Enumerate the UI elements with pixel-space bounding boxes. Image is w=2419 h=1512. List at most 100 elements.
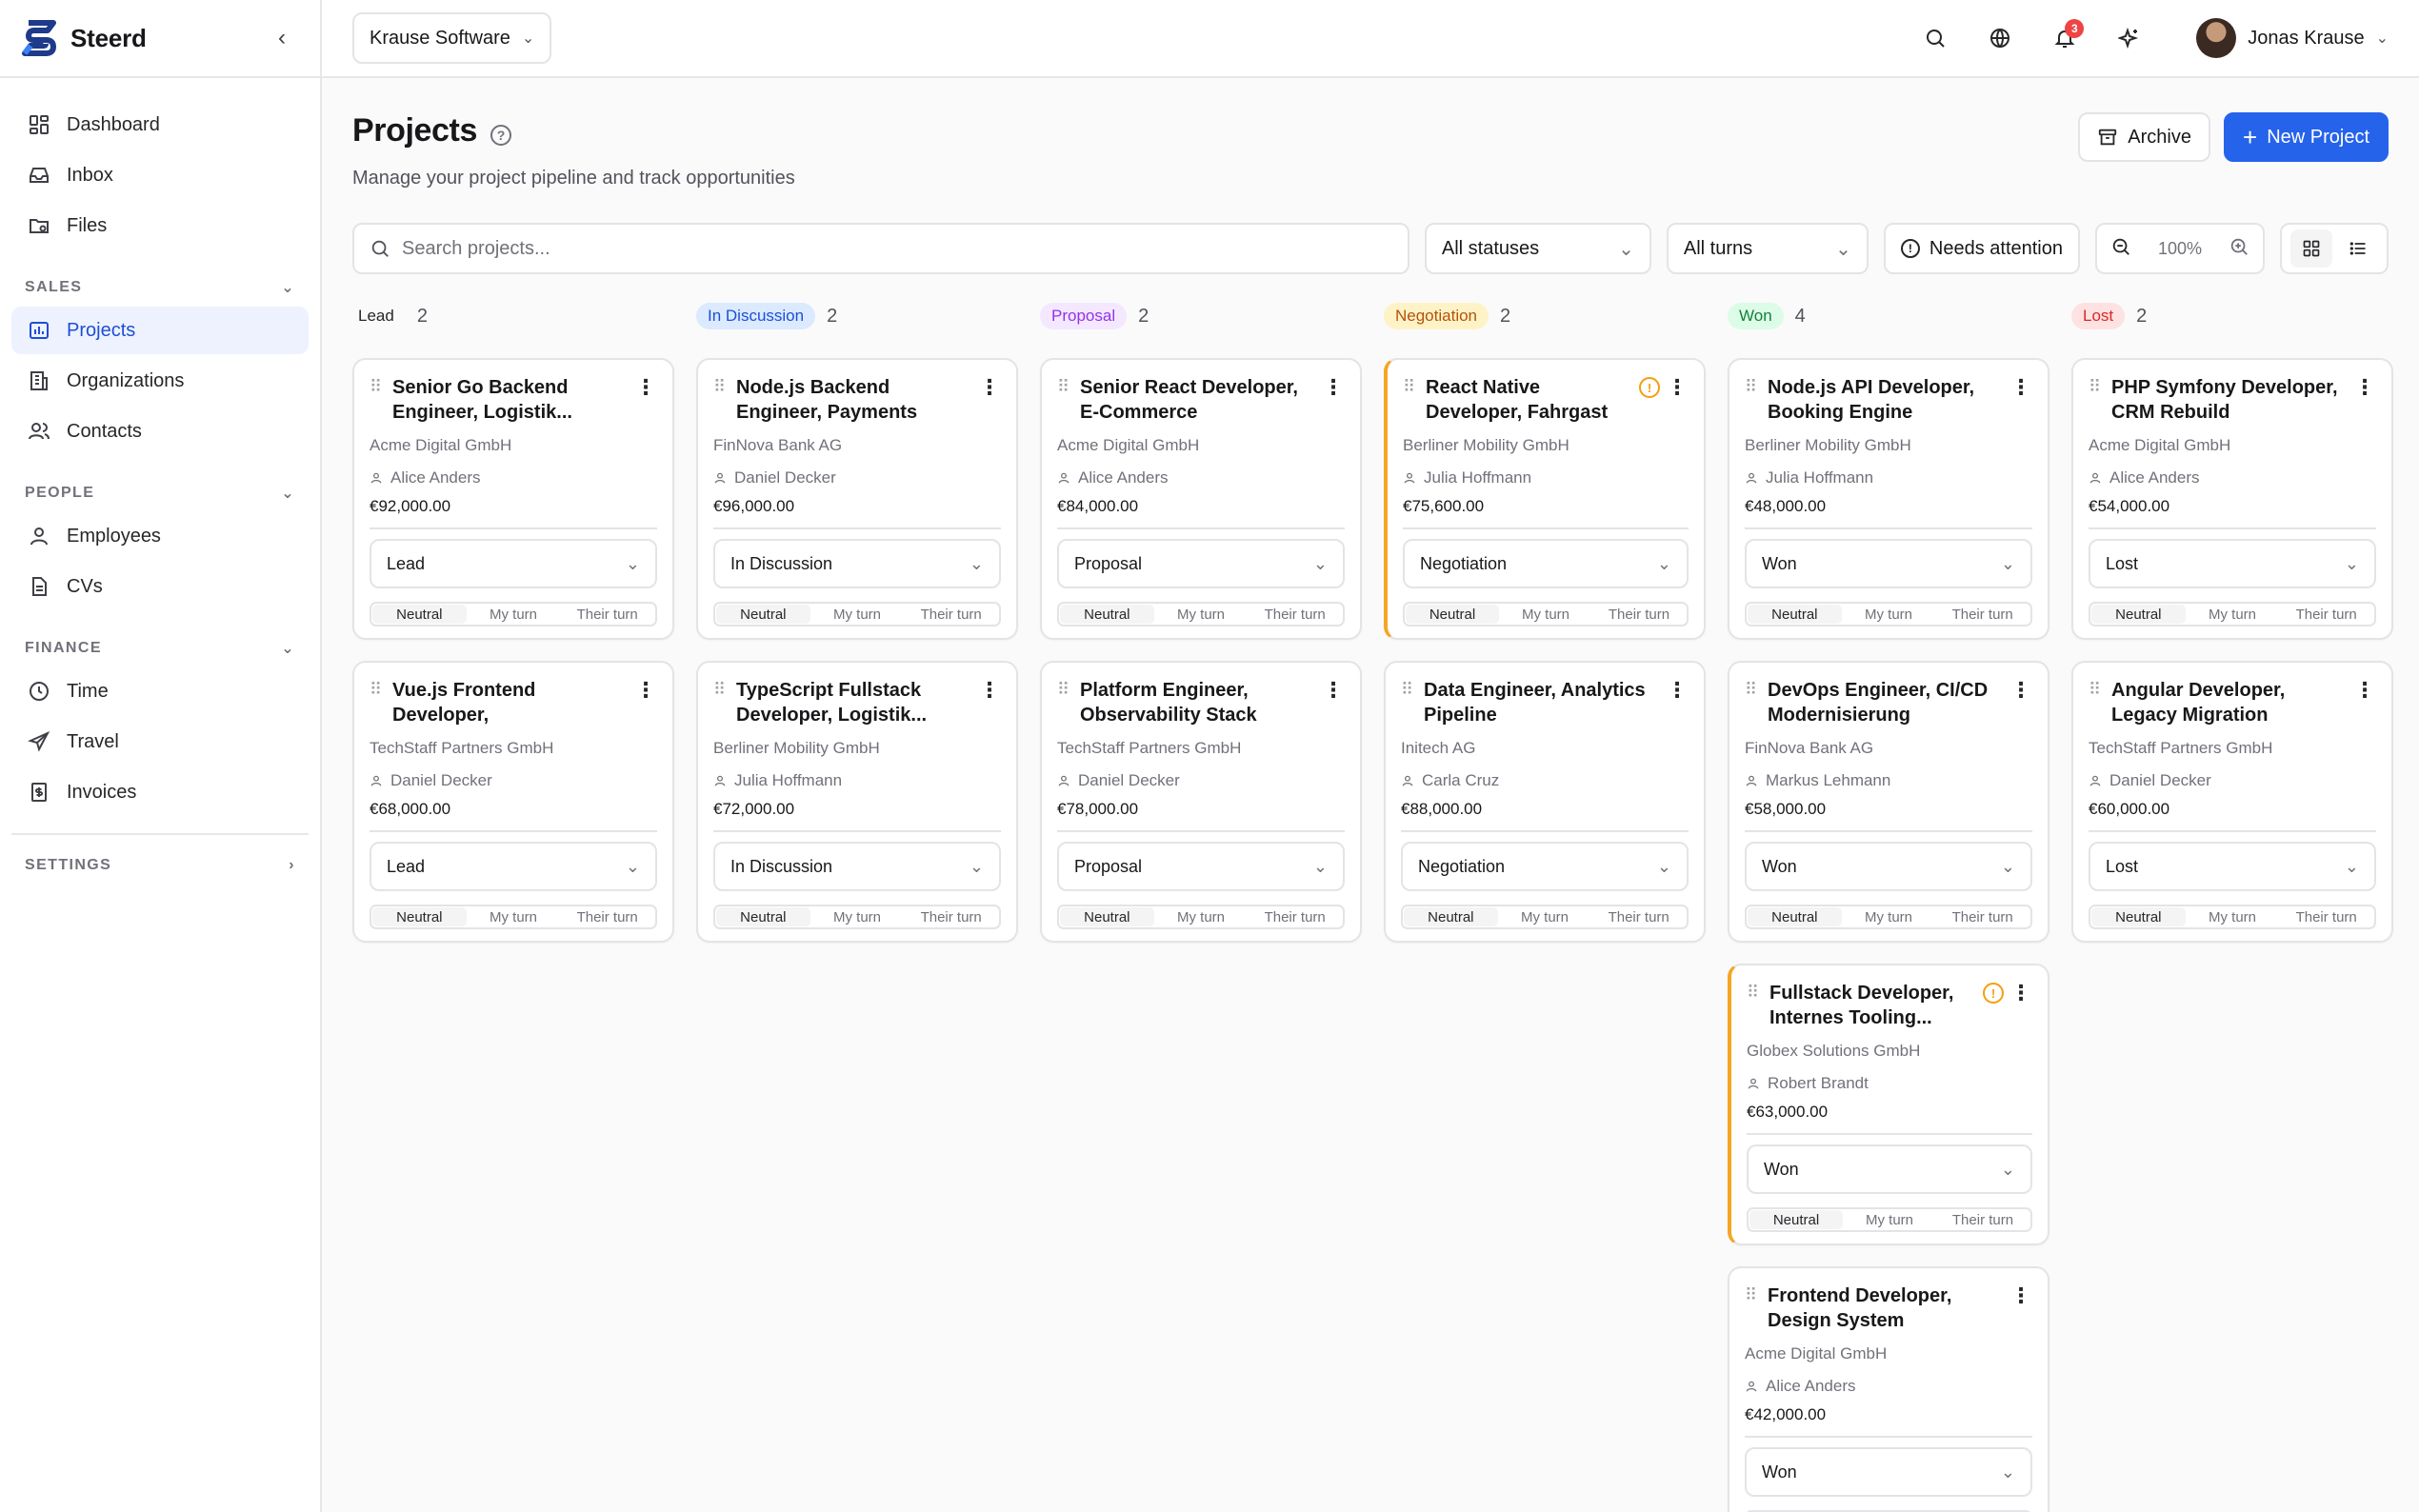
more-options-icon[interactable]: ⋮	[1666, 375, 1689, 400]
project-card[interactable]: ⠿ Node.js API Developer, Booking Engine ⋮ B…	[1728, 358, 2049, 640]
turn-option-neutral[interactable]: Neutral	[716, 605, 810, 624]
drag-handle-icon[interactable]: ⠿	[1745, 1285, 1760, 1304]
help-icon[interactable]: ?	[490, 124, 511, 146]
more-options-icon[interactable]: ⋮	[978, 678, 1001, 703]
card-title[interactable]: Senior React Developer, E-Commerce Repla…	[1080, 375, 1316, 425]
more-options-icon[interactable]: ⋮	[2353, 678, 2376, 703]
new-project-button[interactable]: + New Project	[2224, 112, 2389, 162]
drag-handle-icon[interactable]: ⠿	[713, 680, 729, 699]
card-title[interactable]: DevOps Engineer, CI/CD Modernisierung	[1768, 678, 2004, 727]
needs-attention-button[interactable]: ! Needs attention	[1883, 223, 2080, 274]
search-icon[interactable]	[1916, 19, 1954, 57]
more-options-icon[interactable]: ⋮	[634, 678, 657, 703]
project-card[interactable]: ⠿ Fullstack Developer, Internes Tooling..…	[1728, 964, 2049, 1245]
more-options-icon[interactable]: ⋮	[2009, 1283, 2032, 1308]
turn-option-neutral[interactable]: Neutral	[716, 907, 810, 926]
turn-option-their-turn[interactable]: Their turn	[1935, 605, 2029, 624]
card-title[interactable]: Platform Engineer, Observability Stack	[1080, 678, 1316, 727]
sidebar-item-contacts[interactable]: Contacts	[11, 408, 309, 455]
sidebar-item-organizations[interactable]: Organizations	[11, 357, 309, 405]
turn-option-my-turn[interactable]: My turn	[1499, 605, 1592, 624]
more-options-icon[interactable]: ⋮	[1322, 678, 1345, 703]
sparkles-icon[interactable]	[2110, 19, 2149, 57]
card-title[interactable]: Frontend Developer, Design System	[1768, 1283, 2004, 1333]
drag-handle-icon[interactable]: ⠿	[713, 377, 729, 396]
sidebar-item-inbox[interactable]: Inbox	[11, 151, 309, 199]
turn-option-their-turn[interactable]: Their turn	[2279, 907, 2373, 926]
card-status-select[interactable]: Lead ⌄	[370, 842, 657, 891]
turn-option-my-turn[interactable]: My turn	[1154, 605, 1249, 624]
turn-option-their-turn[interactable]: Their turn	[904, 907, 998, 926]
card-status-select[interactable]: Lead ⌄	[370, 539, 657, 588]
card-status-select[interactable]: Lost ⌄	[2089, 539, 2376, 588]
turn-option-my-turn[interactable]: My turn	[1843, 1210, 1936, 1229]
turn-option-their-turn[interactable]: Their turn	[560, 605, 654, 624]
turn-option-my-turn[interactable]: My turn	[1842, 907, 1936, 926]
drag-handle-icon[interactable]: ⠿	[1745, 680, 1760, 699]
card-status-select[interactable]: Won ⌄	[1745, 1447, 2032, 1497]
project-card[interactable]: ⠿ Frontend Developer, Design System ⋮ Acme …	[1728, 1266, 2049, 1512]
list-view-icon[interactable]	[2337, 229, 2379, 268]
card-title[interactable]: Node.js API Developer, Booking Engine	[1768, 375, 2004, 425]
card-status-select[interactable]: Won ⌄	[1745, 539, 2032, 588]
card-status-select[interactable]: Proposal ⌄	[1057, 842, 1345, 891]
drag-handle-icon[interactable]: ⠿	[1057, 377, 1072, 396]
sidebar-item-travel[interactable]: Travel	[11, 718, 309, 766]
card-status-select[interactable]: In Discussion ⌄	[713, 539, 1001, 588]
project-card[interactable]: ⠿ Data Engineer, Analytics Pipeline ⋮ Inite…	[1384, 661, 1706, 943]
turn-option-their-turn[interactable]: Their turn	[904, 605, 998, 624]
turn-option-my-turn[interactable]: My turn	[1154, 907, 1249, 926]
sidebar-item-time[interactable]: Time	[11, 667, 309, 715]
project-card[interactable]: ⠿ Node.js Backend Engineer, Payments Plat…	[696, 358, 1018, 640]
turn-option-neutral[interactable]: Neutral	[2091, 605, 2186, 624]
sidebar-item-dashboard[interactable]: Dashboard	[11, 101, 309, 149]
card-status-select[interactable]: Lost ⌄	[2089, 842, 2376, 891]
sidebar-item-projects[interactable]: Projects	[11, 307, 309, 354]
project-card[interactable]: ⠿ Platform Engineer, Observability Stack ⋮…	[1040, 661, 1362, 943]
project-card[interactable]: ⠿ Senior React Developer, E-Commerce Repl…	[1040, 358, 1362, 640]
zoom-out-icon[interactable]	[2110, 236, 2131, 262]
card-status-select[interactable]: Won ⌄	[1747, 1144, 2032, 1194]
archive-button[interactable]: Archive	[2078, 112, 2210, 162]
turn-option-my-turn[interactable]: My turn	[2186, 605, 2280, 624]
turn-option-their-turn[interactable]: Their turn	[1591, 907, 1686, 926]
turn-option-neutral[interactable]: Neutral	[372, 907, 467, 926]
turn-option-neutral[interactable]: Neutral	[1060, 605, 1154, 624]
drag-handle-icon[interactable]: ⠿	[2089, 377, 2104, 396]
turn-option-my-turn[interactable]: My turn	[810, 605, 905, 624]
card-title[interactable]: PHP Symfony Developer, CRM Rebuild	[2111, 375, 2348, 425]
user-menu[interactable]: Jonas Krause ⌄	[2196, 18, 2389, 58]
turn-option-my-turn[interactable]: My turn	[467, 907, 561, 926]
turn-option-my-turn[interactable]: My turn	[467, 605, 561, 624]
sidebar-item-invoices[interactable]: Invoices	[11, 768, 309, 816]
card-status-select[interactable]: Negotiation ⌄	[1401, 842, 1689, 891]
more-options-icon[interactable]: ⋮	[1322, 375, 1345, 400]
organization-select[interactable]: Krause Software ⌄	[352, 12, 552, 64]
more-options-icon[interactable]: ⋮	[2353, 375, 2376, 400]
turn-option-their-turn[interactable]: Their turn	[1248, 605, 1342, 624]
project-card[interactable]: ⠿ React Native Developer, Fahrgast App! ⋮ B…	[1384, 358, 1706, 640]
project-card[interactable]: ⠿ PHP Symfony Developer, CRM Rebuild ⋮ Acme…	[2071, 358, 2393, 640]
turn-option-neutral[interactable]: Neutral	[2091, 907, 2186, 926]
card-title[interactable]: Node.js Backend Engineer, Payments Platt…	[736, 375, 972, 425]
project-card[interactable]: ⠿ Senior Go Backend Engineer, Logistik...…	[352, 358, 674, 640]
project-card[interactable]: ⠿ DevOps Engineer, CI/CD Modernisierung ⋮ F…	[1728, 661, 2049, 943]
turn-option-neutral[interactable]: Neutral	[1749, 1210, 1843, 1229]
more-options-icon[interactable]: ⋮	[2009, 375, 2032, 400]
drag-handle-icon[interactable]: ⠿	[2089, 680, 2104, 699]
more-options-icon[interactable]: ⋮	[634, 375, 657, 400]
zoom-in-icon[interactable]	[2229, 236, 2249, 262]
turn-option-neutral[interactable]: Neutral	[1748, 907, 1842, 926]
turn-option-neutral[interactable]: Neutral	[1748, 605, 1842, 624]
card-title[interactable]: Senior Go Backend Engineer, Logistik...	[392, 375, 629, 425]
turn-option-my-turn[interactable]: My turn	[810, 907, 905, 926]
drag-handle-icon[interactable]: ⠿	[1403, 377, 1418, 396]
collapse-sidebar-icon[interactable]: ‹	[263, 19, 301, 57]
card-title[interactable]: Fullstack Developer, Internes Tooling...	[1769, 981, 1977, 1030]
turn-option-my-turn[interactable]: My turn	[1498, 907, 1592, 926]
turn-option-my-turn[interactable]: My turn	[2186, 907, 2280, 926]
more-options-icon[interactable]: ⋮	[978, 375, 1001, 400]
grid-view-icon[interactable]	[2289, 229, 2332, 268]
globe-icon[interactable]	[1981, 19, 2019, 57]
card-status-select[interactable]: Proposal ⌄	[1057, 539, 1345, 588]
